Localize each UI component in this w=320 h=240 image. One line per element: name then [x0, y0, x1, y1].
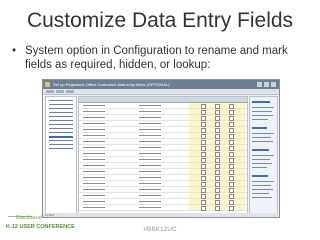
app-icon — [45, 82, 50, 87]
tree-node[interactable] — [49, 148, 73, 149]
tree-node[interactable] — [49, 120, 73, 121]
table-row[interactable] — [79, 205, 247, 211]
minimize-icon[interactable] — [257, 82, 262, 87]
help-heading — [252, 175, 268, 177]
help-line — [252, 155, 274, 156]
tree-node[interactable] — [49, 128, 73, 129]
tree-node[interactable] — [49, 144, 73, 145]
navigation-tree — [45, 96, 77, 214]
help-line — [252, 181, 274, 182]
help-heading — [252, 149, 269, 151]
tree-node-selected[interactable] — [49, 136, 73, 138]
tree-node[interactable] — [49, 140, 73, 141]
bullet-dot: • — [12, 45, 17, 57]
toolbar-button[interactable] — [46, 90, 54, 93]
help-heading — [252, 127, 267, 129]
help-line — [252, 189, 273, 190]
help-line — [252, 119, 268, 120]
help-line — [252, 141, 273, 142]
close-icon[interactable] — [271, 82, 276, 87]
tree-node[interactable] — [49, 132, 73, 133]
help-line — [252, 137, 271, 138]
help-line — [252, 163, 272, 164]
help-line — [252, 185, 271, 186]
fields-grid — [78, 96, 248, 214]
help-panel — [249, 96, 278, 214]
window-toolbar — [43, 89, 279, 95]
tree-node[interactable] — [49, 104, 73, 105]
tree-node[interactable] — [49, 116, 73, 117]
tree-node[interactable] — [49, 124, 73, 125]
tree-node[interactable] — [49, 108, 73, 109]
help-line — [252, 133, 274, 134]
hashtag: #BBK12UC — [143, 226, 177, 233]
tree-node[interactable] — [49, 112, 73, 113]
help-line — [252, 159, 270, 160]
window-title: Set up Registrar's Office Customize data… — [53, 82, 170, 87]
help-line — [252, 115, 273, 116]
slide-title: Customize Data Entry Fields — [26, 9, 294, 32]
logo-brand: Blackbaud — [16, 215, 42, 221]
help-line — [252, 167, 267, 168]
maximize-icon[interactable] — [264, 82, 269, 87]
window-title-bar: Set up Registrar's Office Customize data… — [43, 80, 279, 89]
config-screenshot: Set up Registrar's Office Customize data… — [42, 79, 280, 218]
help-line — [252, 197, 272, 198]
help-heading — [252, 101, 270, 103]
toolbar-button[interactable] — [66, 90, 74, 93]
tree-node[interactable] — [49, 100, 73, 101]
help-line — [252, 193, 269, 194]
help-line — [252, 111, 272, 112]
help-line — [252, 107, 274, 108]
toolbar-button[interactable] — [56, 90, 64, 93]
bullet-text: System option in Configuration to rename… — [25, 45, 288, 71]
